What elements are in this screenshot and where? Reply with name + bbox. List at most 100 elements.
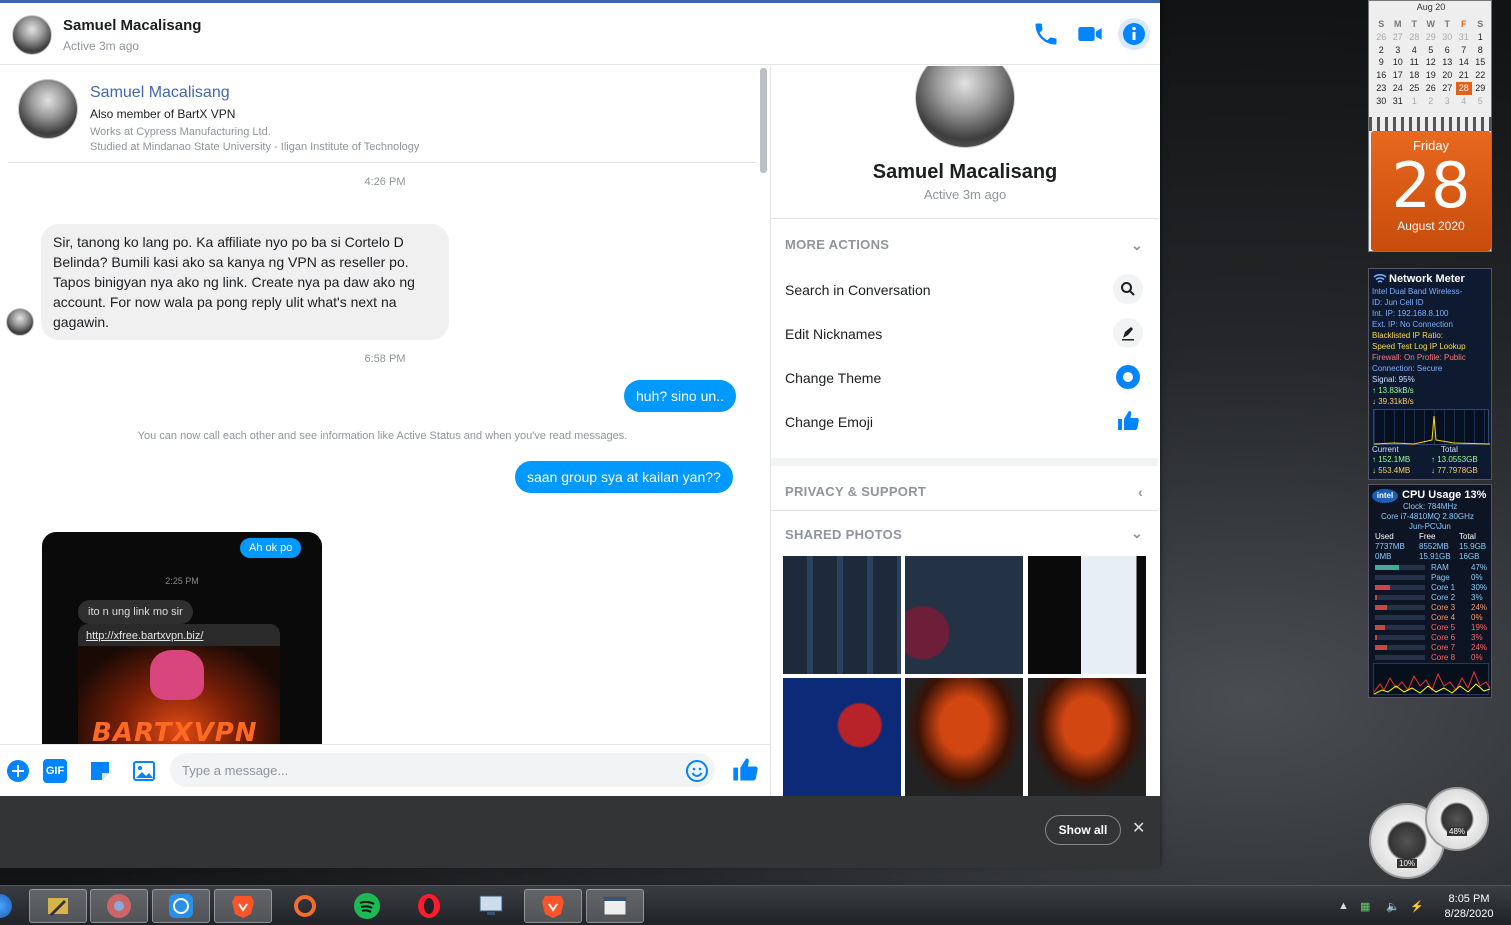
shared-photo[interactable] bbox=[783, 556, 901, 674]
taskbar-app-opera[interactable] bbox=[400, 889, 458, 923]
calendar-day[interactable]: 19 bbox=[1423, 69, 1440, 82]
calendar-day[interactable]: 15 bbox=[1472, 56, 1489, 69]
panel-contact-name[interactable]: Samuel Macalisang bbox=[771, 161, 1158, 184]
show-all-button[interactable]: Show all bbox=[1045, 815, 1121, 845]
calendar-day[interactable]: 9 bbox=[1373, 56, 1390, 69]
calendar-day[interactable]: 14 bbox=[1456, 56, 1473, 69]
cpu-meter-gadget[interactable]: intel CPU Usage 13% Clock: 784MHz Core i… bbox=[1368, 484, 1492, 698]
calendar-day[interactable]: 28 bbox=[1455, 81, 1472, 95]
calendar-day[interactable]: 7 bbox=[1456, 44, 1473, 57]
taskbar-app-spotify[interactable] bbox=[338, 889, 396, 923]
calendar-day[interactable]: 29 bbox=[1423, 31, 1440, 44]
incoming-message[interactable]: Sir, tanong ko lang po. Ka affiliate nyo… bbox=[41, 224, 449, 340]
calendar-day[interactable]: 2 bbox=[1423, 95, 1440, 108]
shared-photo[interactable] bbox=[1028, 678, 1146, 796]
calendar-day[interactable]: 25 bbox=[1406, 82, 1423, 95]
calendar-day[interactable]: 26 bbox=[1373, 31, 1390, 44]
calendar-day[interactable]: 6 bbox=[1439, 44, 1456, 57]
memory-gauge[interactable]: 48% bbox=[1425, 787, 1489, 851]
calendar-day[interactable]: 1 bbox=[1406, 95, 1423, 108]
outgoing-message[interactable]: saan group sya at kailan yan?? bbox=[515, 461, 733, 493]
calendar-day[interactable]: 4 bbox=[1406, 44, 1423, 57]
shared-photo[interactable] bbox=[1028, 556, 1146, 674]
taskbar-app-brave[interactable] bbox=[214, 889, 272, 923]
calendar-day[interactable]: 27 bbox=[1390, 31, 1407, 44]
calendar-day[interactable]: 17 bbox=[1390, 69, 1407, 82]
edit-nicknames[interactable]: Edit Nicknames bbox=[771, 312, 1158, 356]
gif-button[interactable]: GIF bbox=[43, 759, 67, 783]
contact-name[interactable]: Samuel Macalisang bbox=[63, 17, 201, 34]
calendar-day[interactable]: 5 bbox=[1472, 95, 1489, 108]
avatar[interactable] bbox=[12, 15, 52, 55]
tray-expand-icon[interactable]: ▲ bbox=[1338, 900, 1349, 912]
calendar-gadget[interactable]: Aug 20 SMTWTFS 26 27 28 29 30 31 1 2 3 4 5 6 7 8 9 10 11… bbox=[1368, 0, 1493, 252]
profile-name[interactable]: Samuel Macalisang bbox=[90, 84, 230, 102]
calendar-day[interactable]: 20 bbox=[1439, 69, 1456, 82]
calendar-day[interactable]: 21 bbox=[1456, 69, 1473, 82]
calendar-day[interactable]: 29 bbox=[1472, 82, 1489, 95]
change-theme[interactable]: Change Theme bbox=[771, 356, 1158, 400]
search-in-conversation[interactable]: Search in Conversation bbox=[771, 268, 1158, 312]
avatar[interactable] bbox=[915, 66, 1015, 148]
volume-icon[interactable]: 🔈 bbox=[1386, 900, 1400, 913]
start-button[interactable] bbox=[0, 894, 12, 918]
calendar-day[interactable]: 24 bbox=[1390, 82, 1407, 95]
change-emoji[interactable]: Change Emoji bbox=[771, 400, 1158, 444]
network-tray-icon[interactable]: ▦ bbox=[1360, 900, 1370, 913]
taskbar-app-share[interactable] bbox=[152, 889, 210, 923]
video-call-icon[interactable] bbox=[1076, 20, 1104, 48]
shared-photo[interactable] bbox=[905, 678, 1023, 796]
shared-photo[interactable] bbox=[783, 678, 901, 796]
emoji-icon[interactable] bbox=[685, 759, 709, 783]
calendar-day[interactable]: 12 bbox=[1423, 56, 1440, 69]
network-meter-gadget[interactable]: Network Meter Intel Dual Band Wireless- I… bbox=[1368, 268, 1492, 480]
avatar[interactable] bbox=[6, 308, 34, 336]
taskbar-app-media[interactable] bbox=[90, 889, 148, 923]
privacy-support-header[interactable]: PRIVACY & SUPPORT ‹ bbox=[771, 458, 1158, 510]
calendar-day[interactable]: 22 bbox=[1472, 69, 1489, 82]
add-icon[interactable] bbox=[6, 759, 30, 783]
calendar-month-nav[interactable]: Aug 20 bbox=[1369, 2, 1493, 12]
calendar-day[interactable]: 13 bbox=[1439, 56, 1456, 69]
close-icon[interactable]: ✕ bbox=[1132, 818, 1145, 838]
message-input[interactable] bbox=[170, 753, 715, 787]
calendar-day[interactable]: 10 bbox=[1390, 56, 1407, 69]
calendar-day[interactable]: 27 bbox=[1439, 82, 1456, 95]
like-icon[interactable] bbox=[731, 756, 759, 784]
photo-icon[interactable] bbox=[132, 759, 156, 783]
calendar-day[interactable]: 18 bbox=[1406, 69, 1423, 82]
sticker-icon[interactable] bbox=[88, 759, 112, 783]
calendar-day[interactable]: 16 bbox=[1373, 69, 1390, 82]
calendar-day[interactable]: 2 bbox=[1373, 44, 1390, 57]
calendar-day[interactable]: 23 bbox=[1373, 82, 1390, 95]
calendar-day[interactable]: 1 bbox=[1472, 31, 1489, 44]
calendar-day[interactable]: 30 bbox=[1439, 31, 1456, 44]
taskbar-app-window[interactable] bbox=[586, 889, 644, 923]
calendar-day[interactable]: 31 bbox=[1390, 95, 1407, 108]
calendar-day[interactable]: 28 bbox=[1406, 31, 1423, 44]
taskbar-app-remote-desktop[interactable] bbox=[462, 889, 520, 923]
taskbar-app-origin[interactable] bbox=[276, 889, 334, 923]
shared-photo[interactable] bbox=[905, 556, 1023, 674]
outgoing-message[interactable]: huh? sino un.. bbox=[624, 380, 736, 412]
info-button[interactable] bbox=[1118, 18, 1150, 50]
message-list[interactable]: Samuel Macalisang Also member of BartX V… bbox=[0, 66, 770, 744]
avatar[interactable] bbox=[18, 79, 78, 139]
calendar-day[interactable]: 8 bbox=[1472, 44, 1489, 57]
taskbar-app-pen[interactable] bbox=[29, 889, 87, 923]
shared-screenshot[interactable]: Ah ok po 2:25 PM ito n ung link mo sir h… bbox=[42, 532, 322, 744]
taskbar-app-brave-2[interactable] bbox=[524, 889, 582, 923]
tray-app-icon[interactable]: ⚡ bbox=[1410, 900, 1424, 913]
phone-icon[interactable] bbox=[1032, 20, 1060, 48]
shared-photos-header[interactable]: SHARED PHOTOS ⌄ bbox=[771, 510, 1158, 556]
chat-scrollbar[interactable] bbox=[760, 68, 767, 173]
calendar-day[interactable]: 4 bbox=[1456, 95, 1473, 108]
taskbar-clock[interactable]: 8:05 PM 8/28/2020 bbox=[1432, 892, 1506, 922]
calendar-day[interactable]: 11 bbox=[1406, 56, 1423, 69]
calendar-day[interactable]: 5 bbox=[1423, 44, 1440, 57]
calendar-day[interactable]: 26 bbox=[1423, 82, 1440, 95]
calendar-day[interactable]: 3 bbox=[1439, 95, 1456, 108]
calendar-day[interactable]: 30 bbox=[1373, 95, 1390, 108]
more-actions-header[interactable]: MORE ACTIONS ⌄ bbox=[771, 218, 1158, 266]
calendar-day[interactable]: 3 bbox=[1390, 44, 1407, 57]
